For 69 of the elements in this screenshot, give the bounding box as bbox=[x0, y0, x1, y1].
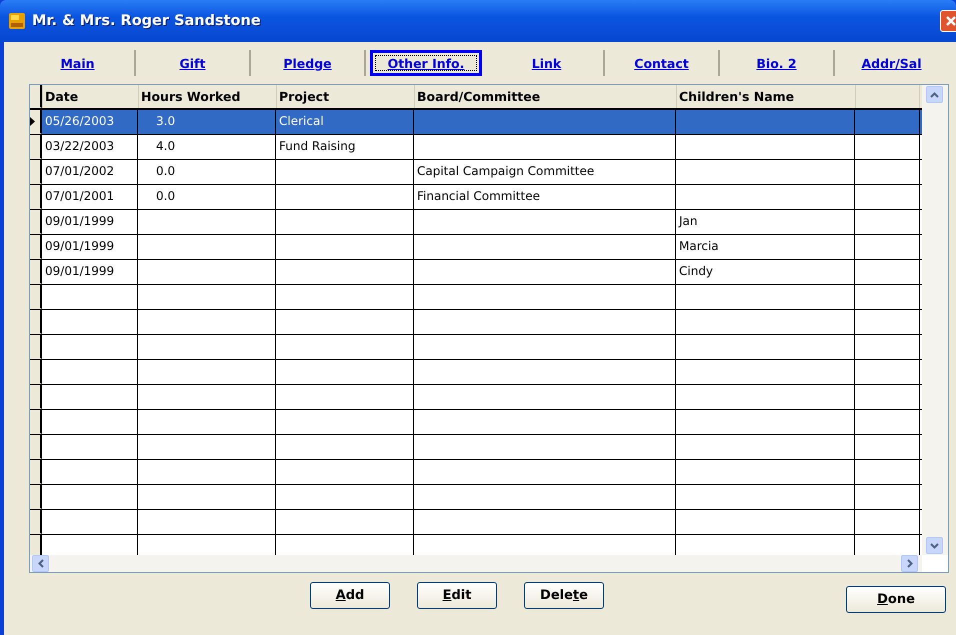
row-selector[interactable] bbox=[30, 310, 42, 334]
table-row[interactable]: 07/01/2002 0.0 Capital Campaign Committee bbox=[30, 160, 922, 185]
done-button[interactable]: Done bbox=[846, 586, 946, 612]
row-selector[interactable] bbox=[30, 485, 42, 509]
app-icon bbox=[8, 12, 26, 30]
row-selector[interactable] bbox=[30, 185, 42, 209]
row-selector[interactable] bbox=[30, 260, 42, 284]
window-title: Mr. & Mrs. Roger Sandstone bbox=[32, 13, 261, 29]
scroll-up-button[interactable] bbox=[926, 86, 943, 103]
table-row[interactable]: 09/01/1999 Marcia bbox=[30, 235, 922, 260]
table-cell: 03/22/2003 bbox=[45, 139, 114, 153]
column-header[interactable]: Hours Worked bbox=[138, 85, 276, 108]
table-row[interactable]: 07/01/2001 0.0 Financial Committee bbox=[30, 185, 922, 210]
table-cell: 09/01/1999 bbox=[45, 239, 114, 253]
row-selector[interactable] bbox=[30, 235, 42, 259]
chevron-down-icon bbox=[930, 542, 939, 548]
table-cell: 4.0 bbox=[156, 139, 176, 153]
row-selector[interactable] bbox=[30, 535, 42, 555]
table-cell: Cindy bbox=[679, 264, 714, 278]
column-header[interactable]: Project bbox=[276, 85, 414, 108]
tab[interactable]: Other Info. bbox=[370, 50, 482, 76]
table-cell: 05/26/2003 bbox=[45, 114, 114, 128]
table-cell: Fund Raising bbox=[279, 139, 356, 153]
row-selector[interactable] bbox=[30, 335, 42, 359]
row-selector[interactable] bbox=[30, 285, 42, 309]
row-selector[interactable] bbox=[30, 360, 42, 384]
table-cell: 09/01/1999 bbox=[45, 264, 114, 278]
blank-column-header bbox=[855, 85, 920, 108]
table-cell: 0.0 bbox=[156, 164, 176, 178]
scroll-down-button[interactable] bbox=[926, 537, 943, 554]
table-row[interactable]: 09/01/1999 Cindy bbox=[30, 260, 922, 285]
table-cell: Capital Campaign Committee bbox=[417, 164, 594, 178]
close-icon bbox=[945, 15, 956, 27]
row-pointer-icon bbox=[30, 117, 35, 126]
close-button[interactable] bbox=[940, 10, 956, 32]
row-selector[interactable] bbox=[30, 460, 42, 484]
scroll-left-button[interactable] bbox=[32, 555, 49, 572]
table-cell: Jan bbox=[679, 214, 698, 228]
chevron-up-icon bbox=[930, 92, 939, 98]
action-button[interactable]: Delete bbox=[524, 582, 604, 608]
action-button[interactable]: Edit bbox=[417, 582, 497, 608]
action-button[interactable]: Add bbox=[310, 582, 390, 608]
vertical-scrollbar[interactable] bbox=[922, 85, 948, 555]
table-row[interactable]: 03/22/2003 4.0 Fund Raising bbox=[30, 135, 922, 160]
table-cell: 09/01/1999 bbox=[45, 214, 114, 228]
row-selector[interactable] bbox=[30, 385, 42, 409]
column-header[interactable]: Date bbox=[42, 85, 138, 108]
row-selector[interactable] bbox=[30, 210, 42, 234]
row-selector[interactable] bbox=[30, 435, 42, 459]
table-cell: Financial Committee bbox=[417, 189, 540, 203]
chevron-right-icon bbox=[906, 559, 912, 568]
table-row[interactable]: 05/26/2003 3.0 Clerical bbox=[30, 110, 922, 135]
row-selector[interactable] bbox=[30, 135, 42, 159]
row-selector[interactable] bbox=[30, 510, 42, 534]
table-cell: Clerical bbox=[279, 114, 324, 128]
row-selector[interactable] bbox=[30, 410, 42, 434]
column-header[interactable]: Board/Committee bbox=[414, 85, 676, 108]
table-row[interactable]: 09/01/1999 Jan bbox=[30, 210, 922, 235]
table-cell: 3.0 bbox=[156, 114, 176, 128]
table-cell: 07/01/2001 bbox=[45, 189, 114, 203]
scroll-right-button[interactable] bbox=[901, 555, 918, 572]
row-selector[interactable] bbox=[30, 160, 42, 184]
horizontal-scrollbar[interactable] bbox=[30, 555, 948, 572]
table-cell: Marcia bbox=[679, 239, 719, 253]
chevron-left-icon bbox=[38, 559, 44, 568]
table-cell: 07/01/2002 bbox=[45, 164, 114, 178]
column-header[interactable]: Children's Name bbox=[676, 85, 855, 108]
table-cell: 0.0 bbox=[156, 189, 176, 203]
row-selector[interactable] bbox=[30, 110, 42, 134]
